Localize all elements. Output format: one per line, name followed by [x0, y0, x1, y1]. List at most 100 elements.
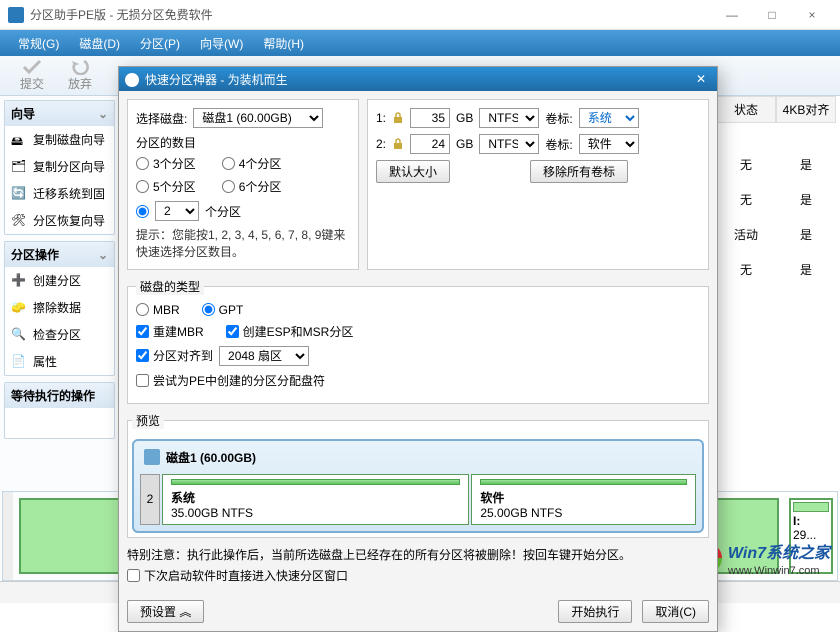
submit-button[interactable]: 提交 [8, 59, 56, 92]
menu-wizard[interactable]: 向导(W) [190, 35, 253, 52]
abandon-label: 放弃 [68, 75, 92, 92]
radio-5[interactable]: 5个分区 [136, 178, 196, 195]
copy-disk-icon: 🖴 [11, 132, 27, 148]
col-4kb[interactable]: 4KB对齐 [776, 96, 836, 123]
check-partition-icon: 🔍 [11, 327, 27, 343]
sidebar-item-props[interactable]: 📄属性 [5, 348, 114, 375]
cell: 活动 [716, 226, 776, 243]
menubar: 常规(G) 磁盘(D) 分区(P) 向导(W) 帮助(H) [0, 30, 840, 56]
size-input-2[interactable] [410, 134, 450, 154]
wizard-panel-header[interactable]: 向导⌄ [5, 101, 114, 126]
minimize-button[interactable]: — [712, 1, 752, 29]
create-icon: ➕ [11, 273, 27, 289]
props-icon: 📄 [11, 354, 27, 370]
window-title: 分区助手PE版 - 无损分区免费软件 [30, 6, 712, 23]
radio-4[interactable]: 4个分区 [222, 155, 282, 172]
abandon-button[interactable]: 放弃 [56, 59, 104, 92]
radio-gpt[interactable]: GPT [202, 303, 244, 317]
partition-row-2: 2: GB NTFS 卷标: 软件 [376, 134, 700, 154]
disk-select[interactable]: 磁盘1 (60.00GB) [193, 108, 323, 128]
dialog-close-button[interactable]: ✕ [691, 72, 711, 86]
check-rebuild-mbr[interactable]: 重建MBR [136, 323, 204, 340]
watermark-brand: Win7系统之家 [728, 545, 830, 562]
watermark-url: www.Winwin7.com [728, 565, 820, 577]
disk-type-legend: 磁盘的类型 [136, 278, 204, 295]
sidebar-item-wipe[interactable]: 🧽擦除数据 [5, 294, 114, 321]
quick-partition-dialog: 快速分区神器 - 为装机而生 ✕ 选择磁盘: 磁盘1 (60.00GB) 分区的… [118, 66, 718, 632]
submit-label: 提交 [20, 75, 44, 92]
remove-labels-button[interactable]: 移除所有卷标 [530, 160, 628, 183]
app-icon [8, 7, 24, 23]
titlebar: 分区助手PE版 - 无损分区免费软件 — □ × [0, 0, 840, 30]
copy-partition-icon: 🗂 [11, 159, 27, 175]
ops-panel-header[interactable]: 分区操作⌄ [5, 242, 114, 267]
cell: 是 [776, 191, 836, 208]
menu-partition[interactable]: 分区(P) [130, 35, 190, 52]
cell: 是 [776, 156, 836, 173]
sidebar-item-create[interactable]: ➕创建分区 [5, 267, 114, 294]
preview-part-1[interactable]: 系统 35.00GB NTFS [162, 474, 469, 525]
dialog-title: 快速分区神器 - 为装机而生 [145, 73, 288, 87]
radio-custom[interactable] [136, 205, 149, 218]
sidebar-item-migrate-os[interactable]: 🔄迁移系统到固 [5, 180, 114, 207]
right-values: 无是 无是 活动是 无是 [716, 156, 836, 296]
disk-icon [144, 449, 160, 465]
hint-text: 提示：您能按1, 2, 3, 4, 5, 6, 7, 8, 9键来快速选择分区数… [136, 227, 350, 261]
vol-select-1[interactable]: 系统 [579, 108, 639, 128]
check-align[interactable]: 分区对齐到 [136, 347, 213, 364]
check-next-time[interactable]: 下次启动软件时直接进入快速分区窗口 [127, 567, 709, 584]
preview-legend: 预览 [132, 412, 164, 429]
right-rows-box: 1: GB NTFS 卷标: 系统 2: GB NTFS 卷标: 软件 [367, 99, 709, 270]
preview-fieldset: 预览 磁盘1 (60.00GB) 2 系统 35.00GB NTFS 软件 25… [127, 412, 709, 538]
partition-row-1: 1: GB NTFS 卷标: 系统 [376, 108, 700, 128]
migrate-icon: 🔄 [11, 186, 27, 202]
preview-part-2[interactable]: 软件 25.00GB NTFS [471, 474, 696, 525]
sidebar-item-check[interactable]: 🔍检查分区 [5, 321, 114, 348]
recover-icon: 🛠 [11, 213, 27, 229]
sidebar-item-copy-partition[interactable]: 🗂复制分区向导 [5, 153, 114, 180]
check-pe-drive[interactable]: 尝试为PE中创建的分区分配盘符 [136, 372, 325, 389]
pending-panel-header[interactable]: 等待执行的操作 [5, 383, 114, 408]
sidebar-item-copy-disk[interactable]: 🖴复制磁盘向导 [5, 126, 114, 153]
col-status[interactable]: 状态 [716, 96, 776, 123]
chevron-icon: ⌄ [98, 107, 108, 121]
preview-disk-label: 磁盘1 (60.00GB) [166, 449, 256, 466]
wizard-panel: 向导⌄ 🖴复制磁盘向导 🗂复制分区向导 🔄迁移系统到固 🛠分区恢复向导 [4, 100, 115, 235]
preview-count: 2 [140, 474, 160, 525]
custom-suffix: 个分区 [205, 203, 241, 220]
wipe-icon: 🧽 [11, 300, 27, 316]
maximize-button[interactable]: □ [752, 1, 792, 29]
custom-count-select[interactable]: 2 [155, 201, 199, 221]
radio-mbr[interactable]: MBR [136, 303, 180, 317]
dialog-icon [125, 73, 139, 87]
start-button[interactable]: 开始执行 [558, 600, 632, 623]
disk-map-handle[interactable] [3, 492, 13, 580]
disk-type-fieldset: 磁盘的类型 MBR GPT 重建MBR 创建ESP和MSR分区 分区对齐到 20… [127, 278, 709, 404]
close-button[interactable]: × [792, 1, 832, 29]
menu-general[interactable]: 常规(G) [8, 35, 69, 52]
radio-6[interactable]: 6个分区 [222, 178, 282, 195]
radio-3[interactable]: 3个分区 [136, 155, 196, 172]
count-label: 分区的数目 [136, 134, 350, 151]
menu-disk[interactable]: 磁盘(D) [69, 35, 130, 52]
align-select[interactable]: 2048 扇区 [219, 346, 309, 366]
lock-icon [392, 138, 404, 150]
chevron-up-icon: ︽ [179, 605, 191, 619]
cell: 无 [716, 191, 776, 208]
dialog-titlebar[interactable]: 快速分区神器 - 为装机而生 ✕ [119, 67, 717, 91]
sidebar-item-recover[interactable]: 🛠分区恢复向导 [5, 207, 114, 234]
cell: 无 [716, 261, 776, 278]
check-create-esp[interactable]: 创建ESP和MSR分区 [226, 323, 354, 340]
default-size-button[interactable]: 默认大小 [376, 160, 450, 183]
right-columns: 状态 4KB对齐 [716, 96, 836, 123]
vol-select-2[interactable]: 软件 [579, 134, 639, 154]
cancel-button[interactable]: 取消(C) [642, 600, 709, 623]
size-input-1[interactable] [410, 108, 450, 128]
fs-select-2[interactable]: NTFS [479, 134, 539, 154]
menu-help[interactable]: 帮助(H) [253, 35, 314, 52]
pending-panel: 等待执行的操作 [4, 382, 115, 439]
fs-select-1[interactable]: NTFS [479, 108, 539, 128]
preview-box: 磁盘1 (60.00GB) 2 系统 35.00GB NTFS 软件 25.00… [132, 439, 704, 533]
preset-button[interactable]: 预设置 ︽ [127, 600, 204, 623]
undo-icon [70, 59, 90, 75]
